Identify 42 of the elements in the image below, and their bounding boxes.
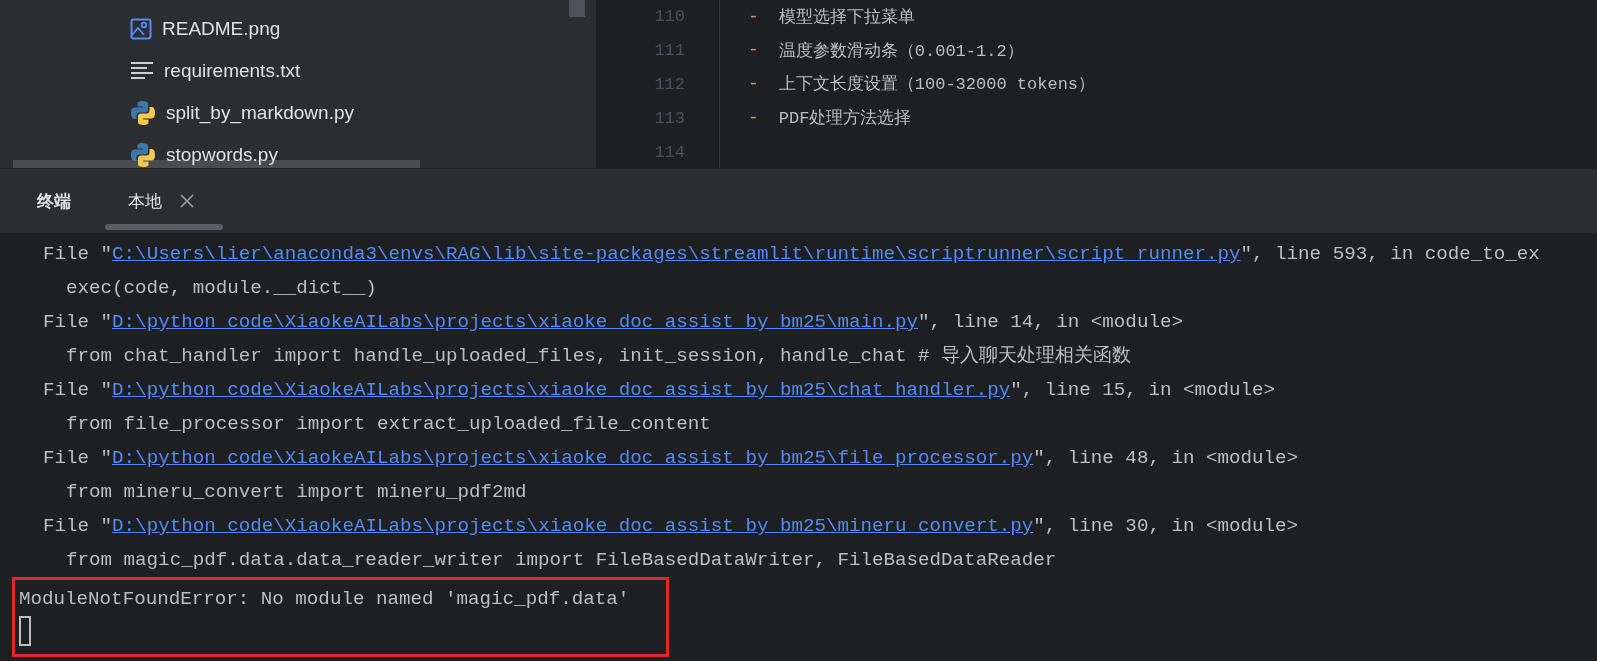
scrollbar-thumb[interactable] bbox=[105, 224, 223, 230]
traceback-text: ", line 593, in code_to_ex bbox=[1240, 243, 1540, 265]
terminal-tab[interactable]: 本地 bbox=[128, 189, 194, 213]
list-bullet: - bbox=[748, 6, 759, 27]
code-line: from mineru_convert import mineru_pdf2md bbox=[66, 481, 527, 503]
code-line: from magic_pdf.data.data_reader_writer import FileBasedDataWriter, FileBasedDataReader bbox=[66, 549, 1057, 571]
python-icon bbox=[130, 142, 156, 168]
image-icon bbox=[130, 18, 152, 40]
error-message: ModuleNotFoundError: No module named 'magic_pdf.data' bbox=[19, 588, 630, 610]
text-file-icon bbox=[130, 61, 154, 81]
file-tree-item[interactable]: requirements.txt bbox=[13, 50, 420, 92]
terminal-title: 终端 bbox=[37, 189, 71, 213]
traceback-text: File " bbox=[43, 311, 113, 333]
list-bullet: - bbox=[748, 74, 759, 94]
traceback-text: File " bbox=[43, 447, 113, 469]
close-icon[interactable] bbox=[180, 194, 194, 208]
code-line: from chat_handler import handle_uploaded_files, init_session, handle_chat # 导入聊天处理相关函数 bbox=[66, 345, 1132, 367]
code-line: exec(code, module.__dict__) bbox=[66, 277, 377, 299]
file-path-link[interactable]: D:\python_code\XiaokeAILabs\projects\xiaoke_doc_assist_by_bm25\file_processor.py bbox=[112, 447, 1034, 469]
file-path-link[interactable]: C:\Users\lier\anaconda3\envs\RAG\lib\site-packages\streamlit\runtime\scriptrunner\script_runner.py bbox=[112, 243, 1241, 265]
scrollbar-thumb[interactable] bbox=[569, 0, 585, 17]
text-cursor bbox=[19, 616, 31, 646]
traceback-text: ", line 15, in <module> bbox=[1010, 379, 1276, 401]
code-text: 模型选择下拉菜单 bbox=[778, 7, 915, 29]
list-bullet: - bbox=[748, 40, 759, 61]
file-tree-item[interactable]: split_by_markdown.py bbox=[13, 92, 420, 134]
traceback-text: ", line 30, in <module> bbox=[1033, 515, 1299, 537]
file-path-link[interactable]: D:\python_code\XiaokeAILabs\projects\xiaoke_doc_assist_by_bm25\chat_handler.py bbox=[112, 379, 1011, 401]
traceback-text: File " bbox=[43, 379, 113, 401]
file-tree-item[interactable]: README.png bbox=[13, 8, 420, 50]
traceback-text: ", line 14, in <module> bbox=[918, 311, 1183, 333]
list-bullet: - bbox=[748, 107, 759, 128]
code-text: PDF处理方法选择 bbox=[778, 108, 912, 130]
traceback-text: File " bbox=[43, 515, 113, 537]
code-text: 温度参数滑动条（0.001-1.2） bbox=[778, 40, 1024, 62]
file-path-link[interactable]: D:\python_code\XiaokeAILabs\projects\xiaoke_doc_assist_by_bm25\mineru_convert.py bbox=[112, 515, 1034, 537]
file-path-link[interactable]: D:\python_code\XiaokeAILabs\projects\xiaoke_doc_assist_by_bm25\main.py bbox=[112, 311, 919, 333]
code-text: 上下文长度设置（100-32000 tokens） bbox=[778, 73, 1096, 96]
code-line: from file_processor import extract_uploaded_file_content bbox=[66, 413, 711, 435]
traceback-text: File " bbox=[43, 243, 113, 265]
python-icon bbox=[130, 100, 156, 126]
traceback-text: ", line 48, in <module> bbox=[1033, 447, 1299, 469]
